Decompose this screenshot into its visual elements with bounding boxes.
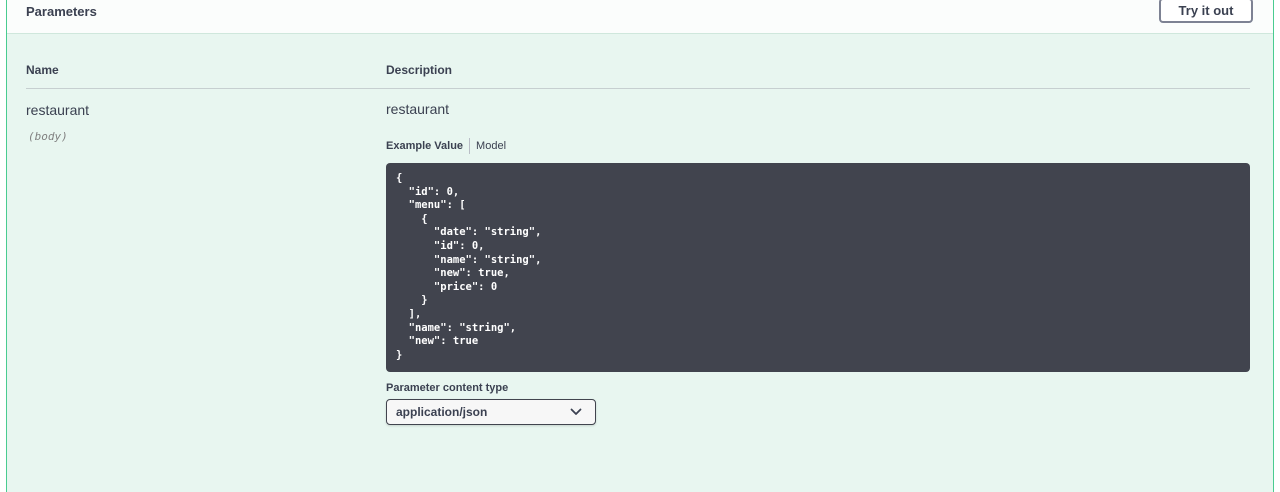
parameter-name: restaurant bbox=[26, 102, 90, 118]
content-type-select[interactable]: application/json bbox=[386, 399, 596, 425]
example-value-code[interactable]: { "id": 0, "menu": [ { "date": "string",… bbox=[386, 163, 1250, 372]
parameters-panel: Parameters Try it out Name Description r… bbox=[6, 0, 1274, 492]
header-divider bbox=[26, 88, 1250, 89]
parameter-description: restaurant bbox=[386, 101, 450, 117]
try-it-out-button[interactable]: Try it out bbox=[1159, 0, 1253, 23]
content-type-label: Parameter content type bbox=[386, 382, 509, 394]
parameters-title: Parameters bbox=[26, 4, 97, 19]
parameter-location: (body) bbox=[28, 130, 68, 143]
tab-divider bbox=[469, 138, 471, 154]
example-tabs: Example Value Model bbox=[386, 138, 506, 154]
content-type-value: application/json bbox=[396, 405, 488, 419]
column-header-description: Description bbox=[386, 63, 453, 77]
column-header-name: Name bbox=[26, 63, 59, 77]
parameters-header: Parameters Try it out bbox=[7, 0, 1273, 34]
tab-model[interactable]: Model bbox=[476, 140, 506, 152]
tab-example-value[interactable]: Example Value bbox=[386, 140, 463, 152]
chevron-down-icon bbox=[570, 408, 582, 415]
